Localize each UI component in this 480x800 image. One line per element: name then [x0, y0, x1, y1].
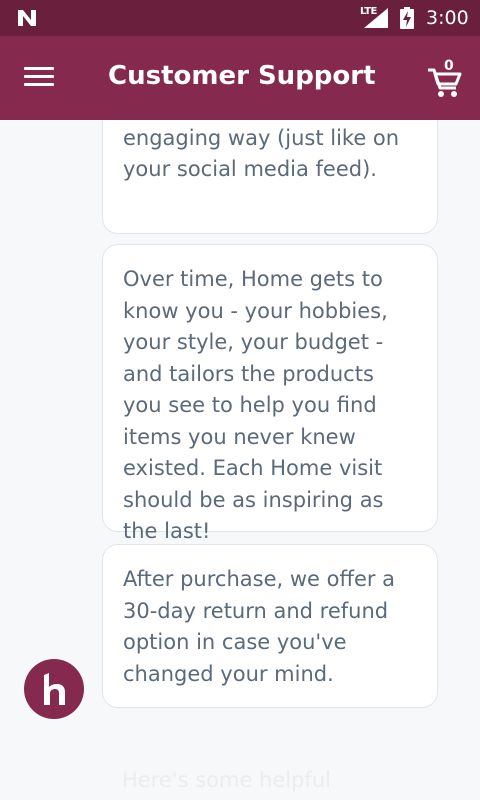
- message-bubble: After purchase, we offer a 30-day return…: [102, 544, 438, 708]
- home-assistant-button[interactable]: [24, 659, 84, 719]
- status-bar: LTE 3:00: [0, 0, 480, 36]
- message-bubble: present them to you in an engaging way (…: [102, 120, 438, 234]
- home-logo-icon: [44, 673, 65, 705]
- message-bubble: Over time, Home gets to know you - your …: [102, 244, 438, 543]
- message-text: present them to you in an engaging way (…: [123, 125, 400, 182]
- status-time: 3:00: [426, 7, 469, 29]
- cart-count-badge: 0: [444, 58, 454, 74]
- message-text: After purchase, we offer a 30-day return…: [123, 567, 396, 686]
- page-title: Customer Support: [108, 61, 376, 91]
- incoming-message-text: Here's some helpful: [122, 768, 331, 792]
- cart-button[interactable]: 0: [424, 56, 464, 100]
- signal-icon: [364, 8, 388, 28]
- app-bar: Customer Support 0: [0, 36, 480, 120]
- battery-charging-icon: [400, 7, 414, 29]
- menu-button[interactable]: [24, 62, 60, 94]
- chat-content[interactable]: present them to you in an engaging way (…: [0, 120, 480, 800]
- message-text: Over time, Home gets to know you - your …: [123, 267, 388, 543]
- hamburger-menu-icon: [24, 67, 60, 86]
- android-n-icon: [18, 10, 36, 26]
